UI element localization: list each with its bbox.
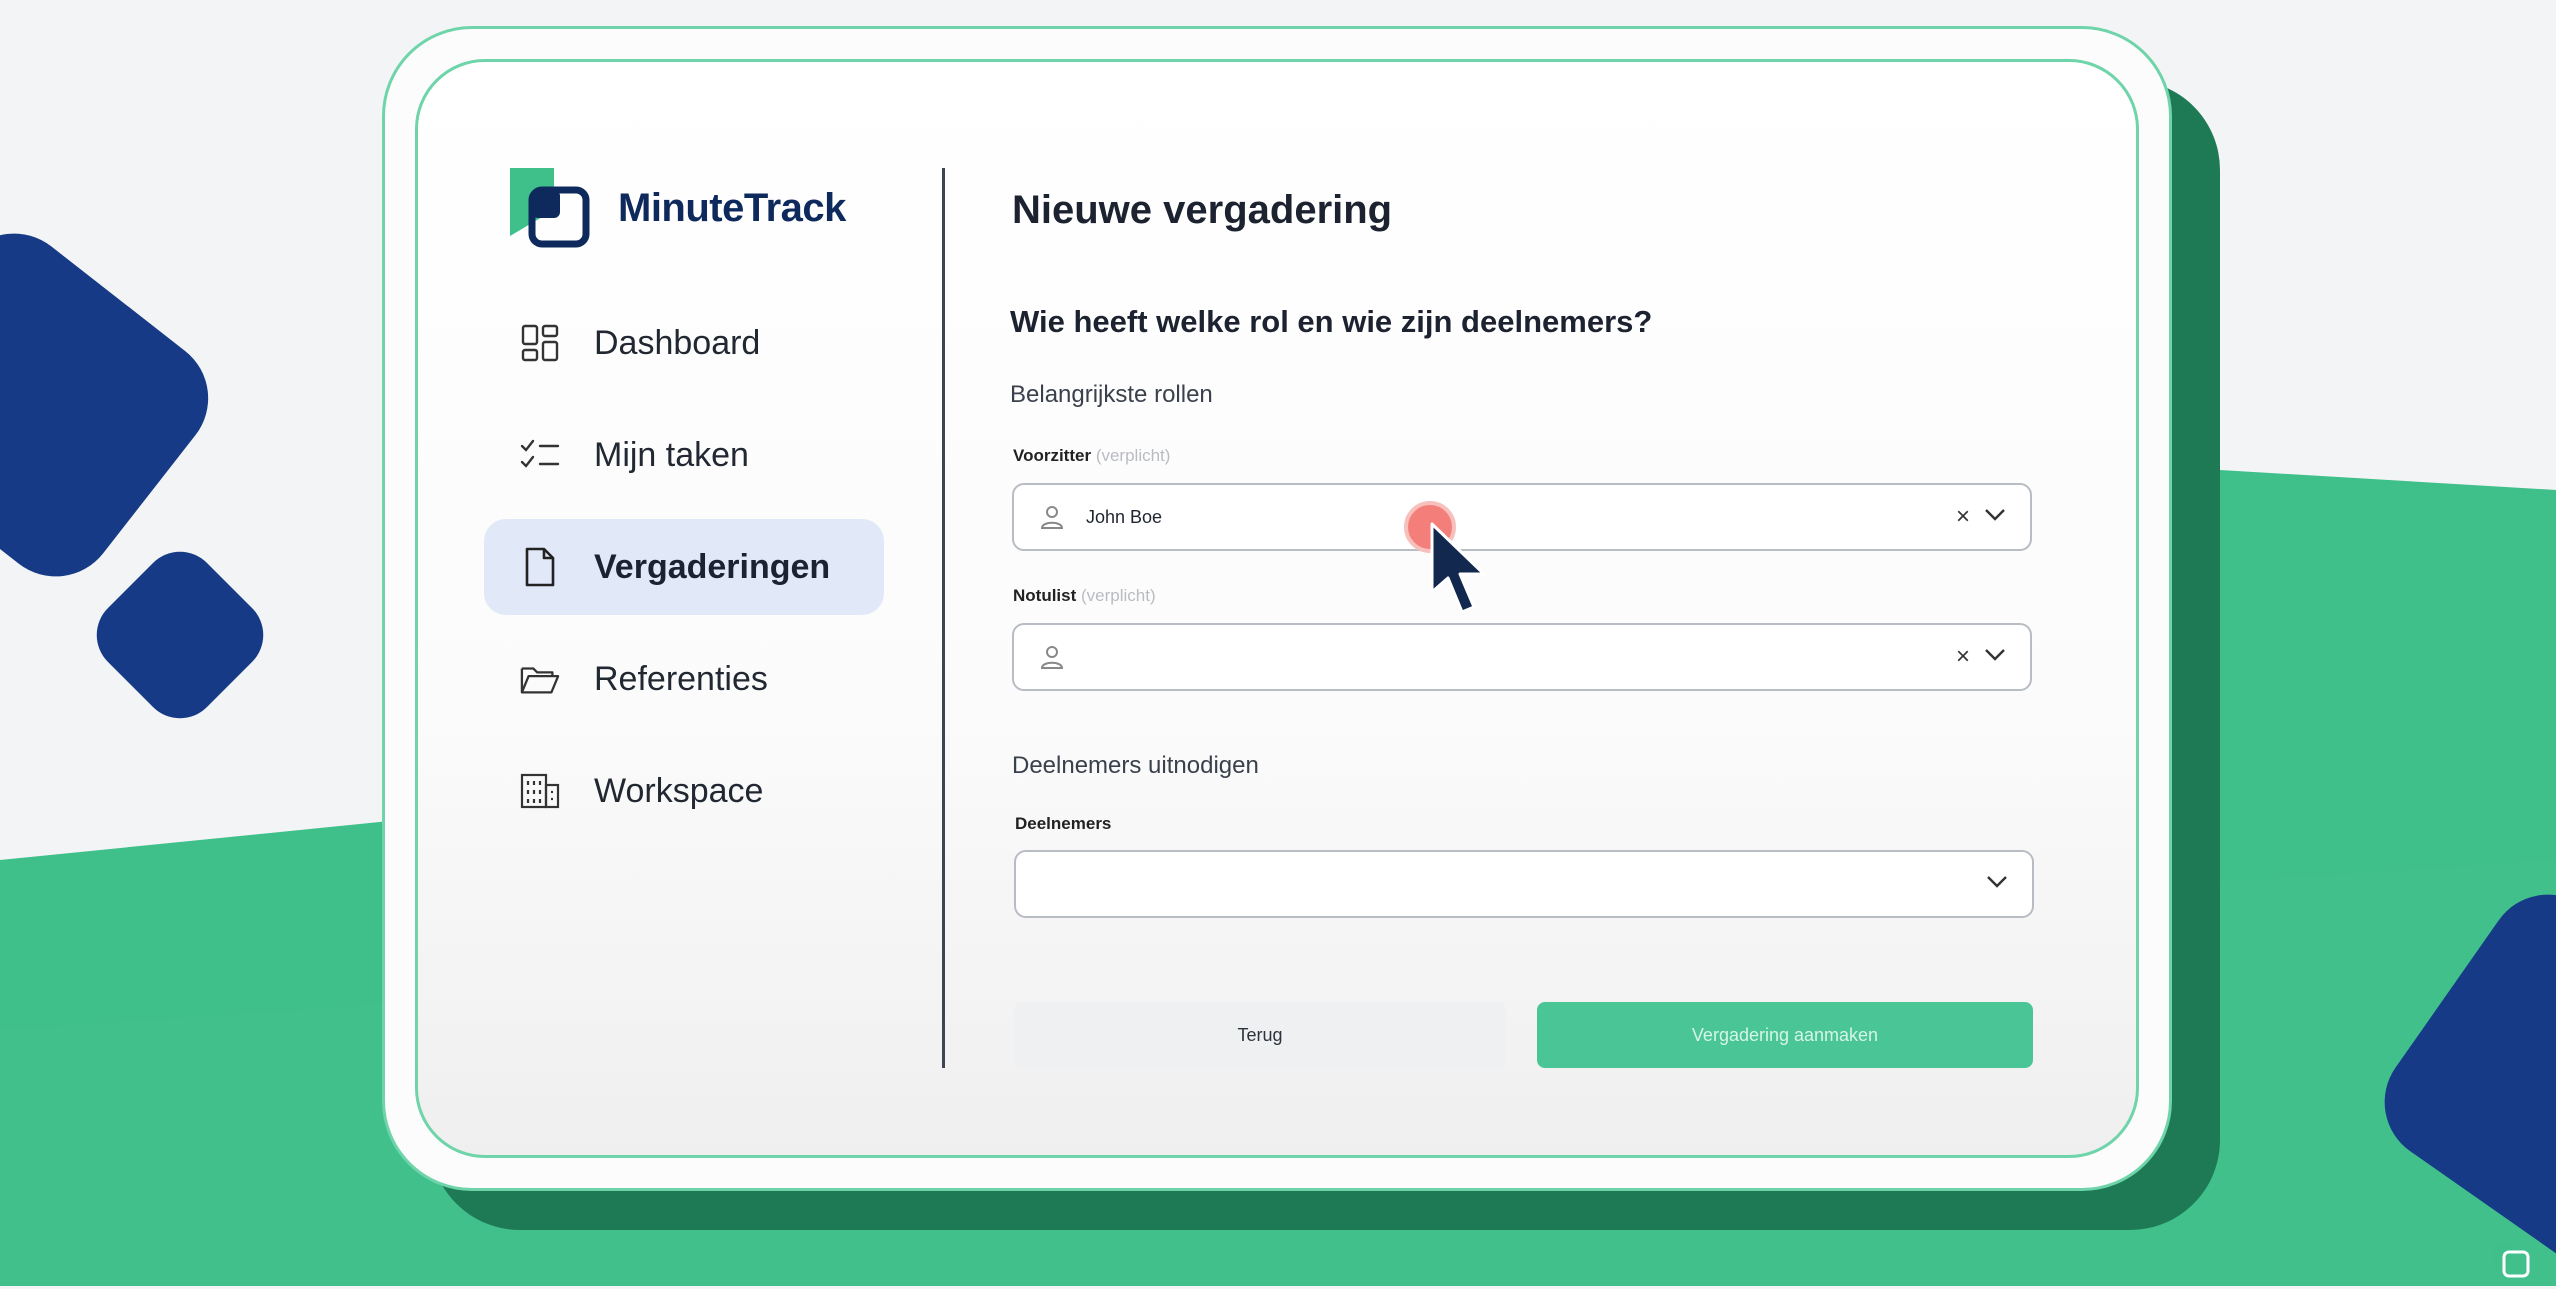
chair-select[interactable]: John Boe × bbox=[1012, 483, 2032, 551]
invite-heading: Deelnemers uitnodigen bbox=[1012, 752, 1259, 779]
sidebar-item-label: Mijn taken bbox=[594, 435, 749, 474]
section-heading: Wie heeft welke rol en wie zijn deelneme… bbox=[1010, 304, 1653, 339]
chevron-down-icon[interactable] bbox=[1984, 508, 2006, 527]
sidebar-item-label: Vergaderingen bbox=[594, 547, 831, 586]
watermark-logo-icon bbox=[2494, 1242, 2530, 1278]
secretary-select[interactable]: × bbox=[1012, 623, 2032, 691]
chair-field-label: Voorzitter (verplicht) bbox=[1013, 446, 1170, 466]
back-button[interactable]: Terug bbox=[1014, 1002, 1506, 1068]
sidebar-nav: Dashboard Mijn taken Vergaderingen Refer… bbox=[484, 295, 884, 855]
chair-label: Voorzitter bbox=[1013, 446, 1092, 465]
sidebar-item-dashboard[interactable]: Dashboard bbox=[484, 295, 884, 391]
chair-value: John Boe bbox=[1086, 506, 1163, 527]
sidebar-item-workspace[interactable]: Workspace bbox=[484, 743, 884, 839]
participants-label: Deelnemers bbox=[1015, 814, 1112, 833]
dashboard-grid-icon bbox=[520, 323, 560, 363]
building-icon bbox=[520, 771, 560, 811]
chevron-down-icon[interactable] bbox=[1986, 875, 2008, 894]
sidebar-item-label: Referenties bbox=[594, 659, 768, 698]
secretary-field-label: Notulist (verplicht) bbox=[1013, 586, 1156, 606]
checklist-icon bbox=[520, 435, 560, 475]
app-name: MinuteTrack bbox=[618, 185, 846, 230]
folder-open-icon bbox=[520, 659, 560, 699]
sidebar-item-mijn-taken[interactable]: Mijn taken bbox=[484, 407, 884, 503]
required-hint: (verplicht) bbox=[1081, 586, 1156, 605]
clear-icon[interactable]: × bbox=[1956, 645, 1970, 669]
sidebar-item-label: Dashboard bbox=[594, 323, 761, 362]
secretary-label: Notulist bbox=[1013, 586, 1077, 605]
create-meeting-button[interactable]: Vergadering aanmaken bbox=[1537, 1002, 2033, 1068]
app-logo[interactable]: MinuteTrack bbox=[508, 166, 846, 250]
mouse-cursor-icon bbox=[1430, 522, 1486, 614]
required-hint: (verplicht) bbox=[1095, 446, 1171, 465]
document-icon bbox=[520, 547, 560, 587]
user-icon bbox=[1038, 643, 1066, 671]
sidebar-divider bbox=[942, 168, 945, 1068]
clear-icon[interactable]: × bbox=[1956, 505, 1970, 529]
sidebar-item-label: Workspace bbox=[594, 771, 764, 810]
sidebar-item-vergaderingen[interactable]: Vergaderingen bbox=[484, 519, 884, 615]
logo-mark-icon bbox=[508, 166, 596, 250]
roles-heading: Belangrijkste rollen bbox=[1010, 381, 1213, 408]
user-icon bbox=[1038, 503, 1066, 531]
sidebar-item-referenties[interactable]: Referenties bbox=[484, 631, 884, 727]
chevron-down-icon[interactable] bbox=[1984, 648, 2006, 667]
page-title: Nieuwe vergadering bbox=[1012, 188, 1393, 232]
participants-select[interactable] bbox=[1014, 850, 2034, 918]
